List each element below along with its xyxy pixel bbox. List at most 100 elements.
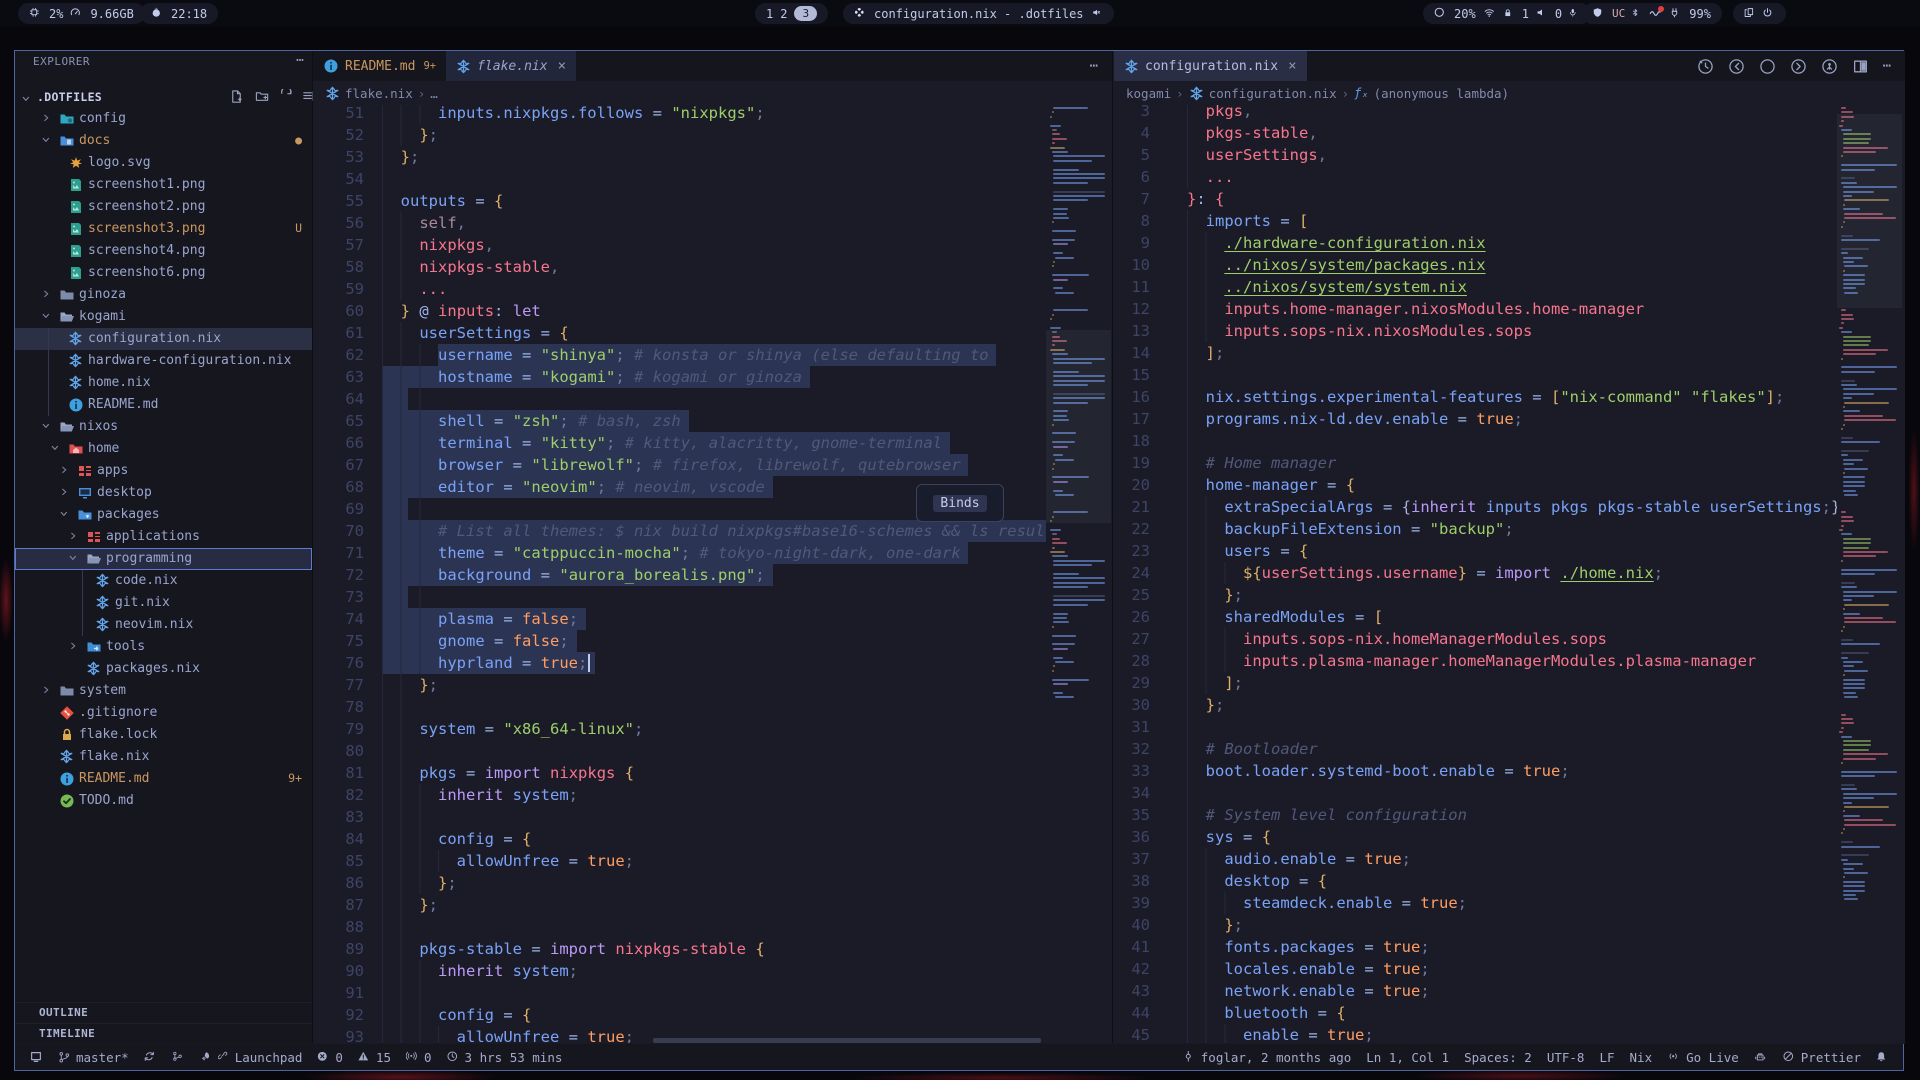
- tree-item-docs[interactable]: docs●: [15, 130, 312, 152]
- more-actions-icon[interactable]: ⋯: [1090, 58, 1098, 74]
- tree-item-ginoza[interactable]: ginoza: [15, 284, 312, 306]
- circrun-icon[interactable]: [1821, 58, 1838, 75]
- tree-item-packages[interactable]: packages: [15, 504, 312, 526]
- code-text: ../nixos/system/system.nix: [1187, 276, 1467, 298]
- tree-item-flake.nix[interactable]: flake.nix: [15, 746, 312, 768]
- eol-indicator[interactable]: LF: [1599, 1050, 1614, 1065]
- line-number: 36: [1114, 826, 1150, 848]
- tree-item-config[interactable]: config: [15, 108, 312, 130]
- git-graph-button[interactable]: [172, 1051, 185, 1064]
- tree-item-readme.md[interactable]: README.md9+: [15, 768, 312, 790]
- tree-item-.gitignore[interactable]: .gitignore: [15, 702, 312, 724]
- tree-item-screenshot3.png[interactable]: screenshot3.pngU: [15, 218, 312, 240]
- tree-item-flake.lock[interactable]: flake.lock: [15, 724, 312, 746]
- history-icon[interactable]: [1697, 58, 1714, 75]
- nix-icon: [86, 661, 101, 680]
- root-folder-header[interactable]: .DOTFILES: [15, 86, 312, 109]
- tree-item-logo.svg[interactable]: logo.svg: [15, 152, 312, 174]
- code-area[interactable]: 51 inputs.nixpkgs.follows = "nixpkgs";52…: [313, 105, 1046, 1044]
- tab-configuration.nix[interactable]: configuration.nix×: [1114, 51, 1307, 81]
- go-live-button[interactable]: Go Live: [1667, 1050, 1739, 1065]
- tree-item-home.nix[interactable]: home.nix: [15, 372, 312, 394]
- tree-item-git.nix[interactable]: git.nix: [15, 592, 312, 614]
- timeline-section[interactable]: TIMELINE: [15, 1023, 312, 1044]
- outline-section[interactable]: OUTLINE: [15, 1002, 312, 1023]
- refresh-explorer-button[interactable]: [279, 89, 294, 108]
- power-icon[interactable]: [1763, 7, 1775, 20]
- tree-item-screenshot4.png[interactable]: screenshot4.png: [15, 240, 312, 262]
- tree-item-code.nix[interactable]: code.nix: [15, 570, 312, 592]
- warnings-indicator[interactable]: 15: [358, 1050, 391, 1065]
- clipboard-icon[interactable]: [1744, 7, 1756, 20]
- breadcrumb-item[interactable]: kogami: [1126, 86, 1171, 101]
- language-indicator[interactable]: Nix: [1630, 1050, 1653, 1065]
- minimap-slider[interactable]: [1046, 330, 1111, 523]
- close-icon[interactable]: ×: [1288, 58, 1296, 74]
- workspace[interactable]: 2: [780, 7, 787, 21]
- explorer-more-icon[interactable]: ⋯: [296, 53, 304, 68]
- tree-item-screenshot2.png[interactable]: screenshot2.png: [15, 196, 312, 218]
- breadcrumb-item[interactable]: flake.nix: [345, 86, 413, 101]
- line-number: 41: [1114, 936, 1150, 958]
- errors-indicator[interactable]: 0: [317, 1050, 343, 1065]
- breadcrumbs[interactable]: flake.nix›…: [313, 81, 1112, 105]
- circ-icon[interactable]: [1759, 58, 1776, 75]
- git-branch-indicator[interactable]: master*: [58, 1050, 129, 1065]
- new-file-button[interactable]: [229, 89, 244, 108]
- status-text: Prettier: [1801, 1050, 1861, 1065]
- tree-item-system[interactable]: system: [15, 680, 312, 702]
- launchpad-button[interactable]: Launchpad: [200, 1050, 303, 1065]
- ports-indicator[interactable]: 0: [406, 1050, 432, 1065]
- tab-flake.nix[interactable]: flake.nix×: [446, 51, 576, 81]
- indent-guide: [382, 740, 415, 762]
- git-blame-indicator[interactable]: foglar, 2 months ago: [1183, 1050, 1352, 1065]
- tree-item-desktop[interactable]: desktop: [15, 482, 312, 504]
- circback-icon[interactable]: [1728, 58, 1745, 75]
- tree-item-apps[interactable]: apps: [15, 460, 312, 482]
- prettier-indicator[interactable]: Prettier: [1783, 1050, 1861, 1065]
- tree-item-readme.md[interactable]: README.md: [15, 394, 312, 416]
- breadcrumb-item[interactable]: …: [430, 86, 438, 101]
- tree-item-programming[interactable]: programming: [15, 548, 312, 570]
- indentation-indicator[interactable]: Spaces: 2: [1464, 1050, 1532, 1065]
- tree-item-applications[interactable]: applications: [15, 526, 312, 548]
- split-icon[interactable]: [1852, 58, 1869, 75]
- tree-item-todo.md[interactable]: TODO.md: [15, 790, 312, 812]
- copilot-button[interactable]: [1754, 1051, 1768, 1064]
- new-folder-button[interactable]: [255, 89, 270, 108]
- tree-item-screenshot1.png[interactable]: screenshot1.png: [15, 174, 312, 196]
- breadcrumbs[interactable]: kogami›configuration.nix›ƒₓ(anonymous la…: [1114, 81, 1905, 105]
- encoding-indicator[interactable]: UTF-8: [1547, 1050, 1585, 1065]
- editor-actions: ⋯: [1697, 51, 1891, 81]
- cursor-position[interactable]: Ln 1, Col 1: [1366, 1050, 1449, 1065]
- tree-item-tools[interactable]: tools: [15, 636, 312, 658]
- notifications-bell[interactable]: [1876, 1051, 1889, 1064]
- minimap-slider[interactable]: [1837, 114, 1902, 308]
- more-actions-icon[interactable]: ⋯: [1883, 58, 1891, 74]
- breadcrumb-item[interactable]: configuration.nix: [1209, 86, 1337, 101]
- workspace[interactable]: 1: [766, 7, 773, 21]
- sync-button[interactable]: [144, 1051, 157, 1064]
- tree-item-home[interactable]: home: [15, 438, 312, 460]
- wakatime-indicator[interactable]: 3 hrs 53 mins: [447, 1050, 563, 1065]
- minimap[interactable]: [1837, 105, 1902, 1044]
- tree-item-nixos[interactable]: nixos: [15, 416, 312, 438]
- breadcrumb-item[interactable]: (anonymous lambda): [1374, 86, 1509, 101]
- code-text: enable = true;: [1187, 1024, 1374, 1044]
- tree-item-screenshot6.png[interactable]: screenshot6.png: [15, 262, 312, 284]
- window-title-pill: configuration.nix - .dotfiles: [843, 3, 1114, 24]
- workspace-active[interactable]: 3: [794, 6, 817, 21]
- tree-item-kogami[interactable]: kogami: [15, 306, 312, 328]
- minimap[interactable]: [1046, 105, 1111, 1044]
- circfwd-icon[interactable]: [1790, 58, 1807, 75]
- tree-item-neovim.nix[interactable]: neovim.nix: [15, 614, 312, 636]
- code-text: inputs.sops-nix.nixosModules.sops: [1187, 320, 1532, 342]
- tab-readme.md[interactable]: README.md9+: [313, 51, 446, 81]
- code-area[interactable]: 3 pkgs,4 pkgs-stable,5 userSettings,6 ..…: [1114, 105, 1837, 1044]
- tree-item-hardware-configuration.nix[interactable]: hardware-configuration.nix: [15, 350, 312, 372]
- line-number: 23: [1114, 540, 1150, 562]
- tree-item-packages.nix[interactable]: packages.nix: [15, 658, 312, 680]
- tree-item-configuration.nix[interactable]: configuration.nix: [15, 328, 312, 350]
- close-icon[interactable]: ×: [558, 58, 566, 74]
- remote-window-button[interactable]: [29, 1050, 43, 1064]
